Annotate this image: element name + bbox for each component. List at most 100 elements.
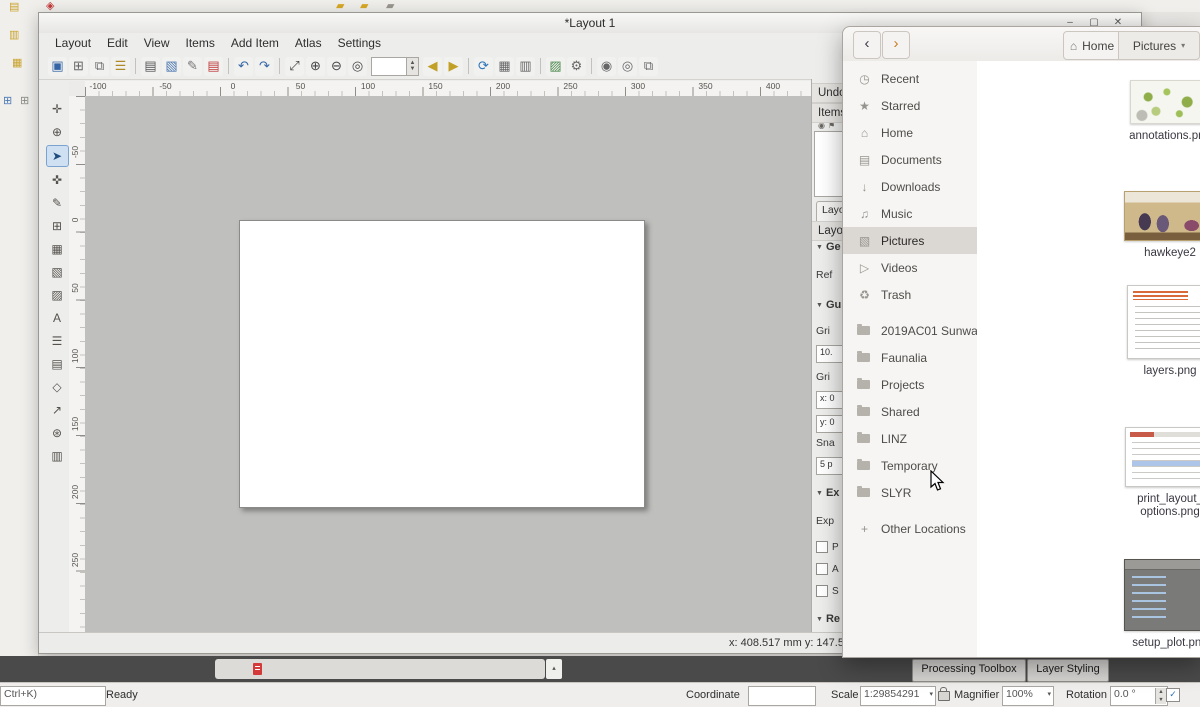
- docked-panel-titlebar[interactable]: [215, 659, 545, 679]
- add-picture-icon[interactable]: ▨: [47, 285, 68, 305]
- sidebar-item-videos[interactable]: ▷Videos: [843, 254, 977, 281]
- add-table-icon[interactable]: ▥: [47, 446, 68, 466]
- sidebar-item-downloads[interactable]: ↓Downloads: [843, 173, 977, 200]
- toolbar-icon[interactable]: ◈: [46, 1, 54, 12]
- zoom-full-icon[interactable]: ⤢: [285, 57, 304, 76]
- pan-tool-icon[interactable]: ✛: [47, 99, 68, 119]
- select-move-item-tool-icon[interactable]: ➤: [46, 145, 69, 167]
- sidebar-item-projects[interactable]: Projects: [843, 371, 977, 398]
- menu-layout[interactable]: Layout: [47, 34, 99, 52]
- sidebar-item-other-locations[interactable]: +Other Locations: [843, 515, 977, 542]
- toolbar-icon[interactable]: ▥: [9, 30, 19, 41]
- menu-items[interactable]: Items: [178, 34, 223, 52]
- scale-combo[interactable]: 1:29854291 ▾: [860, 686, 936, 706]
- path-pictures-button[interactable]: Pictures ▾: [1118, 31, 1200, 60]
- spin-arrows-icon[interactable]: ▲▼: [1155, 688, 1166, 704]
- zoom-out-icon[interactable]: ⊖: [327, 57, 346, 76]
- rotation-spinbox[interactable]: 0.0 ° ▲▼: [1110, 686, 1168, 706]
- sidebar-item-linz[interactable]: LINZ: [843, 425, 977, 452]
- sidebar-item-home[interactable]: ⌂Home: [843, 119, 977, 146]
- edit-nodes-tool-icon[interactable]: ✎: [47, 193, 68, 213]
- back-button[interactable]: ‹: [853, 31, 881, 59]
- path-home-button[interactable]: ⌂ Home: [1063, 31, 1121, 60]
- lock-scale-icon[interactable]: [938, 691, 950, 701]
- add-shape-icon[interactable]: ◇: [47, 377, 68, 397]
- export-image-icon[interactable]: ▧: [162, 57, 181, 76]
- tab-layer-styling[interactable]: Layer Styling: [1027, 659, 1109, 682]
- zoom-tool-icon[interactable]: ⊕: [47, 122, 68, 142]
- save-icon[interactable]: ▣: [48, 57, 67, 76]
- toolbar-icon[interactable]: ▰: [336, 1, 344, 12]
- menu-view[interactable]: View: [136, 34, 178, 52]
- move-content-tool-icon[interactable]: ✜: [47, 170, 68, 190]
- export-svg-icon[interactable]: ✎: [183, 57, 202, 76]
- file-item-annotations-png[interactable]: annotations.png: [1117, 80, 1200, 144]
- atlas-settings-icon[interactable]: ⚙: [567, 57, 586, 76]
- zoom-level-combo[interactable]: ▲▼: [371, 57, 419, 76]
- forward-button[interactable]: ›: [882, 31, 910, 59]
- group-icon[interactable]: ⧉: [639, 57, 658, 76]
- file-item-layers-png[interactable]: layers.png: [1117, 285, 1200, 379]
- sidebar-item-trash[interactable]: ♻Trash: [843, 281, 977, 308]
- toolbar-icon[interactable]: ⊞: [3, 96, 12, 107]
- sidebar-item-starred[interactable]: ★Starred: [843, 92, 977, 119]
- add-arrow-icon[interactable]: ↗: [47, 400, 68, 420]
- layout-manager-icon[interactable]: ☰: [111, 57, 130, 76]
- add-legend-icon[interactable]: ☰: [47, 331, 68, 351]
- guides-icon[interactable]: ▥: [516, 57, 535, 76]
- starred-icon: ★: [857, 99, 872, 113]
- undo-icon[interactable]: ↶: [234, 57, 253, 76]
- sidebar-item-documents[interactable]: ▤Documents: [843, 146, 977, 173]
- zoom-in-icon[interactable]: ⊕: [306, 57, 325, 76]
- locator-input[interactable]: Ctrl+K): [0, 686, 106, 706]
- sidebar-item-music[interactable]: ♫Music: [843, 200, 977, 227]
- sidebar-item-2019ac01-sunwater[interactable]: 2019AC01 Sunwater: [843, 317, 977, 344]
- add-scalebar-icon[interactable]: ▤: [47, 354, 68, 374]
- print-icon[interactable]: ▤: [141, 57, 160, 76]
- toolbar-icon[interactable]: ⊞: [20, 96, 29, 107]
- file-item-print-layout-options-png[interactable]: print_layout_ options.png: [1117, 427, 1200, 520]
- menu-edit[interactable]: Edit: [99, 34, 136, 52]
- prev-feature-icon[interactable]: ◀: [423, 57, 442, 76]
- sidebar-item-faunalia[interactable]: Faunalia: [843, 344, 977, 371]
- redo-icon[interactable]: ↷: [255, 57, 274, 76]
- layout-page[interactable]: [239, 220, 645, 508]
- menu-add-item[interactable]: Add Item: [223, 34, 287, 52]
- add-page-icon[interactable]: ⊞: [47, 216, 68, 236]
- grid-icon[interactable]: ▦: [495, 57, 514, 76]
- sidebar-item-shared[interactable]: Shared: [843, 398, 977, 425]
- folder-icon: [857, 407, 870, 416]
- toolbar-icon[interactable]: ▰: [386, 1, 394, 12]
- add-html-icon[interactable]: ⊛: [47, 423, 68, 443]
- file-item-setup-plot-png[interactable]: setup_plot.png: [1117, 559, 1200, 651]
- add-map-icon[interactable]: ▦: [47, 239, 68, 259]
- sidebar-item-temporary[interactable]: Temporary: [843, 452, 977, 479]
- file-item-hawkeye2[interactable]: hawkeye2: [1117, 191, 1200, 261]
- expand-panel-button[interactable]: ▴: [546, 659, 562, 679]
- toolbar-icon[interactable]: ▤: [9, 2, 19, 13]
- spin-arrows-icon[interactable]: ▲▼: [406, 58, 418, 75]
- next-feature-icon[interactable]: ▶: [444, 57, 463, 76]
- refresh-icon[interactable]: ⟳: [474, 57, 493, 76]
- add-label-icon[interactable]: A: [47, 308, 68, 328]
- zoom-actual-icon[interactable]: ◎: [348, 57, 367, 76]
- export-pdf-icon[interactable]: ▤: [204, 57, 223, 76]
- new-layout-icon[interactable]: ⊞: [69, 57, 88, 76]
- tab-processing-toolbox[interactable]: Processing Toolbox: [912, 659, 1026, 682]
- render-checkbox[interactable]: ✓: [1166, 688, 1180, 702]
- duplicate-layout-icon[interactable]: ⧉: [90, 57, 109, 76]
- sidebar-item-slyr[interactable]: SLYR: [843, 479, 977, 506]
- unlock-icon[interactable]: ◎: [618, 57, 637, 76]
- atlas-icon[interactable]: ▨: [546, 57, 565, 76]
- menu-settings[interactable]: Settings: [330, 34, 389, 52]
- add-3d-map-icon[interactable]: ▧: [47, 262, 68, 282]
- sidebar-item-recent[interactable]: ◷Recent: [843, 65, 977, 92]
- toolbar-icon[interactable]: ▦: [12, 58, 22, 69]
- magnifier-combo[interactable]: 100% ▾: [1002, 686, 1054, 706]
- layout-canvas[interactable]: [85, 96, 811, 633]
- sidebar-item-pictures[interactable]: ▧Pictures: [843, 227, 977, 254]
- menu-atlas[interactable]: Atlas: [287, 34, 330, 52]
- lock-icon[interactable]: ◉: [597, 57, 616, 76]
- coordinate-input[interactable]: [748, 686, 816, 706]
- toolbar-icon[interactable]: ▰: [360, 1, 368, 12]
